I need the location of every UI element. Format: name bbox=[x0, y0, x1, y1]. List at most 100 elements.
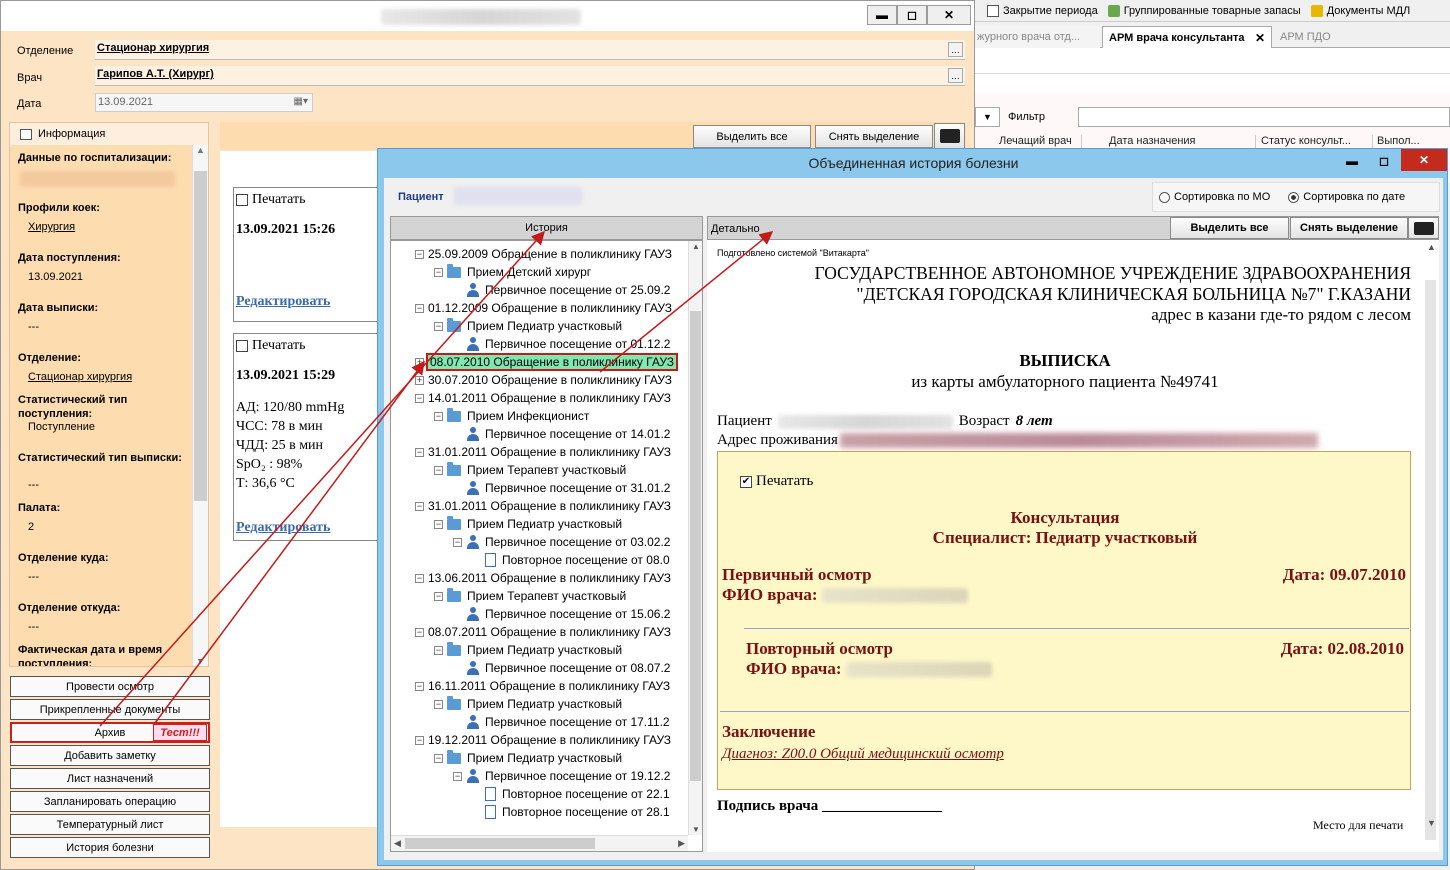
minimize-button[interactable]: ▬ bbox=[1337, 151, 1367, 171]
tree-row[interactable]: Первичное посещение от 15.06.2 bbox=[453, 605, 670, 623]
collapse-icon[interactable]: − bbox=[453, 771, 462, 781]
info-value-link[interactable]: Стационар хирургия bbox=[18, 371, 132, 383]
print-button[interactable] bbox=[934, 123, 965, 149]
select-all-button[interactable]: Выделить все bbox=[1170, 217, 1289, 239]
collapse-icon[interactable]: − bbox=[415, 681, 424, 691]
tree-row[interactable]: Первичное посещение от 14.01.2 bbox=[453, 425, 670, 443]
attached-docs-button[interactable]: Прикрепленные документы bbox=[10, 699, 210, 720]
tab-duty-doctor[interactable]: журного врача отд... bbox=[975, 26, 1100, 48]
collapse-icon[interactable]: − bbox=[434, 699, 443, 709]
date-field[interactable]: 13.09.2021 ▦▾ bbox=[95, 93, 313, 112]
mdl-documents-item[interactable]: Документы МДЛ bbox=[1310, 4, 1410, 17]
scroll-down-icon[interactable]: ▼ bbox=[196, 656, 205, 666]
print-checkbox[interactable] bbox=[236, 340, 248, 352]
ellipsis-button[interactable]: … bbox=[948, 42, 963, 57]
tree-row[interactable]: − Прием Инфекционист bbox=[434, 407, 589, 425]
col-doctor[interactable]: Лечащий врач bbox=[975, 135, 1082, 149]
close-button[interactable]: ✕ bbox=[1401, 149, 1447, 171]
tree-row[interactable]: −14.01.2011 Обращение в поликлинику ГАУЗ bbox=[415, 389, 671, 407]
tree-row[interactable]: Первичное посещение от 25.09.2 bbox=[453, 281, 670, 299]
tree-row[interactable]: − Прием Педиатр участковый bbox=[434, 317, 622, 335]
history-tree[interactable]: −25.09.2009 Обращение в поликлинику ГАУЗ… bbox=[390, 240, 703, 852]
tree-row[interactable]: Повторное посещение от 08.0 bbox=[472, 551, 670, 569]
scroll-up-icon[interactable]: ▲ bbox=[692, 242, 700, 251]
tree-row[interactable]: Первичное посещение от 17.11.2 bbox=[453, 713, 670, 731]
ellipsis-button[interactable]: … bbox=[948, 68, 963, 83]
scroll-thumb[interactable] bbox=[690, 311, 701, 781]
col-consult-date[interactable]: Дата назначения консультации bbox=[1082, 135, 1256, 159]
collapse-icon[interactable]: − bbox=[415, 393, 424, 403]
calendar-icon[interactable]: ▦▾ bbox=[294, 96, 308, 107]
sort-mo-option[interactable]: Сортировка по МО bbox=[1159, 191, 1270, 203]
add-note-button[interactable]: Добавить заметку bbox=[10, 745, 210, 766]
tree-vscroll[interactable]: ▲ ▼ bbox=[688, 241, 702, 835]
maximize-button[interactable]: ◻ bbox=[1369, 151, 1399, 171]
tree-row[interactable]: −19.12.2011 Обращение в поликлинику ГАУЗ bbox=[415, 731, 671, 749]
collapse-icon[interactable]: − bbox=[434, 465, 443, 475]
scroll-up-icon[interactable]: ▲ bbox=[1427, 242, 1436, 252]
col-done[interactable]: Выпол... bbox=[1373, 135, 1420, 149]
department-field[interactable]: Стационар хирургия … bbox=[95, 40, 965, 60]
collapse-icon[interactable]: − bbox=[434, 591, 443, 601]
collapse-icon[interactable]: − bbox=[434, 753, 443, 763]
back-dropdown[interactable]: ▼ bbox=[975, 107, 1000, 127]
collapse-icon[interactable]: − bbox=[415, 501, 424, 511]
edit-link[interactable]: Редактировать bbox=[236, 520, 330, 536]
col-status[interactable]: Статус консульт... bbox=[1256, 135, 1373, 149]
tree-row[interactable]: +08.07.2010 Обращение в поликлинику ГАУЗ bbox=[415, 353, 678, 371]
collapse-icon[interactable]: − bbox=[434, 411, 443, 421]
tree-row[interactable]: − Прием Терапевт участковый bbox=[434, 587, 626, 605]
info-value-link[interactable]: Хирургия bbox=[18, 221, 75, 233]
scroll-up-icon[interactable]: ▲ bbox=[196, 145, 205, 155]
collapse-icon[interactable]: − bbox=[415, 573, 424, 583]
edit-link[interactable]: Редактировать bbox=[236, 294, 330, 310]
select-all-button[interactable]: Выделить все bbox=[693, 125, 811, 148]
tree-row[interactable]: −16.11.2011 Обращение в поликлинику ГАУЗ bbox=[415, 677, 670, 695]
tree-row[interactable]: − Прием Терапевт участковый bbox=[434, 461, 626, 479]
info-scroll[interactable]: ▲ ▼ bbox=[192, 145, 208, 666]
deselect-button[interactable]: Снять выделение bbox=[1290, 217, 1408, 239]
print-checkbox[interactable] bbox=[236, 194, 248, 206]
tree-row[interactable]: −31.01.2011 Обращение в поликлинику ГАУЗ bbox=[415, 443, 671, 461]
scroll-right-icon[interactable]: ▶ bbox=[678, 838, 685, 849]
tree-row[interactable]: −01.12.2009 Обращение в поликлинику ГАУЗ bbox=[415, 299, 672, 317]
tree-row[interactable]: −13.06.2011 Обращение в поликлинику ГАУЗ bbox=[415, 569, 671, 587]
tab-consultant[interactable]: АРМ врача консультанта ✕ bbox=[1102, 26, 1272, 48]
tree-row[interactable]: Первичное посещение от 01.12.2 bbox=[453, 335, 670, 353]
checkbox-checked-icon[interactable]: ✔ bbox=[740, 475, 752, 488]
deselect-button[interactable]: Снять выделение bbox=[815, 125, 933, 148]
scroll-left-icon[interactable]: ◀ bbox=[394, 838, 401, 849]
tree-row[interactable]: − Первичное посещение от 19.12.2 bbox=[453, 767, 670, 785]
tree-hscroll[interactable]: ◀ ▶ bbox=[391, 835, 688, 851]
tree-row[interactable]: Повторное посещение от 28.1 bbox=[472, 803, 670, 821]
tree-row[interactable]: − Первичное посещение от 03.02.2 bbox=[453, 533, 670, 551]
expand-icon[interactable]: + bbox=[415, 375, 424, 385]
scroll-thumb[interactable] bbox=[1425, 280, 1436, 840]
collapse-icon[interactable]: − bbox=[434, 519, 443, 529]
scroll-down-icon[interactable]: ▼ bbox=[692, 825, 700, 834]
close-icon[interactable]: ✕ bbox=[1255, 31, 1265, 45]
collapse-icon[interactable]: − bbox=[415, 303, 424, 313]
plan-operation-button[interactable]: Запланировать операцию bbox=[10, 791, 210, 812]
tree-row[interactable]: Первичное посещение от 31.01.2 bbox=[453, 479, 670, 497]
filter-input[interactable] bbox=[1078, 107, 1450, 127]
tree-row[interactable]: Первичное посещение от 08.07.2 bbox=[453, 659, 670, 677]
close-button[interactable]: ✕ bbox=[927, 5, 971, 25]
tree-row[interactable]: −31.01.2011 Обращение в поликлинику ГАУЗ bbox=[415, 497, 671, 515]
collapse-icon[interactable]: − bbox=[415, 627, 424, 637]
collapse-icon[interactable]: − bbox=[434, 321, 443, 331]
tree-row[interactable]: − Прием Детский хирург bbox=[434, 263, 591, 281]
scroll-down-icon[interactable]: ▼ bbox=[1427, 818, 1436, 828]
expand-icon[interactable]: + bbox=[415, 357, 424, 367]
collapse-icon[interactable]: − bbox=[434, 645, 443, 655]
prescriptions-button[interactable]: Лист назначений bbox=[10, 768, 210, 789]
temperature-sheet-button[interactable]: Температурный лист bbox=[10, 814, 210, 835]
grouped-stock-item[interactable]: Группированные товарные запасы bbox=[1107, 4, 1301, 17]
examine-button[interactable]: Провести осмотр bbox=[10, 676, 210, 697]
print-button[interactable] bbox=[1408, 217, 1439, 239]
sort-date-option[interactable]: Сортировка по дате bbox=[1288, 191, 1405, 203]
collapse-icon[interactable]: − bbox=[434, 267, 443, 277]
scroll-thumb[interactable] bbox=[194, 171, 207, 501]
tree-row[interactable]: − Прием Педиатр участковый bbox=[434, 641, 622, 659]
tree-row[interactable]: − Прием Педиатр участковый bbox=[434, 749, 622, 767]
